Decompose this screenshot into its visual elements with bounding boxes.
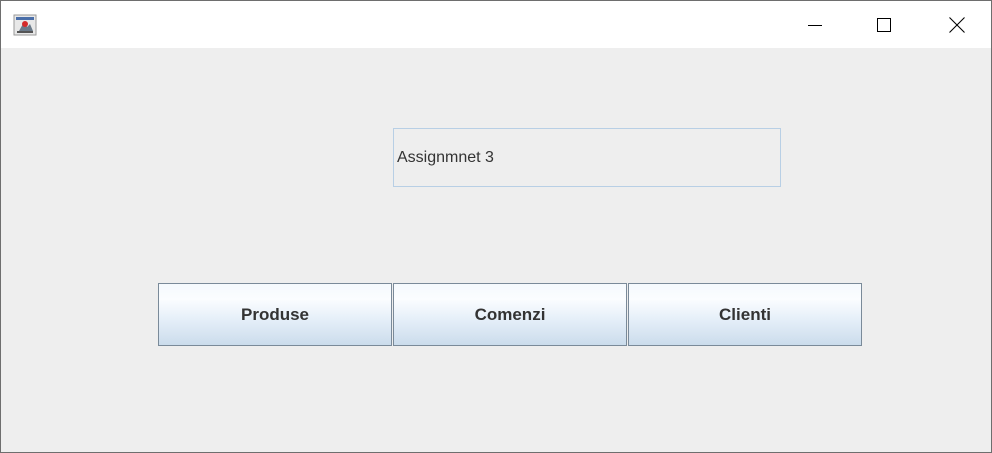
maximize-button[interactable] <box>861 1 907 48</box>
java-app-icon <box>13 13 37 37</box>
close-icon <box>949 16 965 33</box>
comenzi-button-label: Comenzi <box>474 304 546 324</box>
produse-button[interactable]: Produse <box>158 283 392 346</box>
button-row: Produse Comenzi Clienti <box>158 283 862 346</box>
minimize-button[interactable] <box>792 1 838 48</box>
clienti-button-label: Clienti <box>719 304 771 324</box>
produse-button-label: Produse <box>240 304 310 324</box>
comenzi-button[interactable]: Comenzi <box>393 283 627 346</box>
title-text-field[interactable]: Assignmnet 3 <box>393 128 781 187</box>
title-text-field-value: Assignmnet 3 <box>397 148 494 166</box>
maximize-icon <box>877 17 891 32</box>
minimize-icon <box>808 18 822 32</box>
clienti-button[interactable]: Clienti <box>628 283 862 346</box>
close-button[interactable] <box>934 1 980 48</box>
app-window: Assignmnet 3 Produse Comenzi Clienti <box>0 0 992 453</box>
title-bar[interactable] <box>1 1 991 48</box>
content-panel: Assignmnet 3 Produse Comenzi Clienti <box>1 48 991 452</box>
